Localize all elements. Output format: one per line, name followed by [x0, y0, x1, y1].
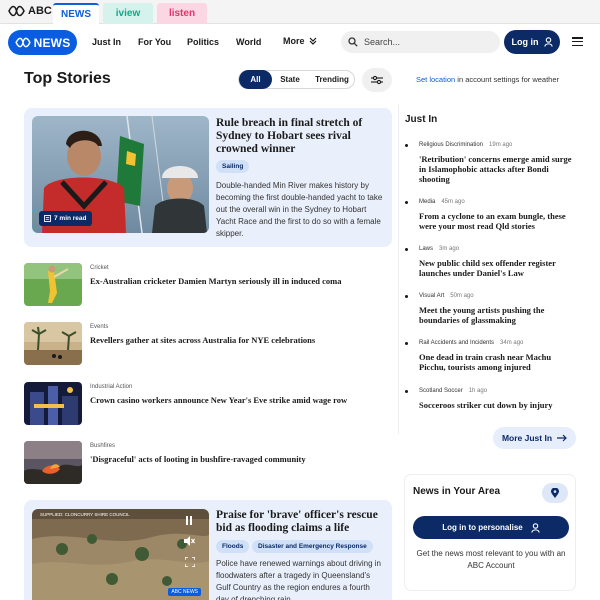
arrow-right-icon: [557, 434, 567, 442]
tag-sailing[interactable]: Sailing: [216, 160, 250, 173]
story-item[interactable]: Events Revellers gather at sites across …: [24, 322, 384, 366]
login-button[interactable]: Log in: [504, 30, 560, 54]
area-description: Get the news most relevant to you with a…: [416, 549, 566, 570]
video-caption: SUPPLIED: CLONCURRY SHIRE COUNCIL: [40, 512, 130, 517]
page-title: Top Stories: [24, 70, 111, 87]
menu-icon[interactable]: [572, 37, 583, 46]
just-in-meta: Scotland Soccer 1h ago: [419, 388, 488, 394]
just-in-meta: Religious Discrimination 19m ago: [419, 142, 513, 148]
story-thumbnail: [24, 382, 82, 425]
story-title[interactable]: Ex-Australian cricketer Damien Martyn se…: [90, 276, 380, 286]
read-time-badge: 7 min read: [39, 211, 92, 226]
platform-tab-news[interactable]: NEWS: [53, 3, 99, 24]
sliders-icon: [371, 75, 383, 85]
feature-story-description: Police have renewed warnings about drivi…: [216, 559, 381, 600]
just-in-title[interactable]: New public child sex offender register l…: [419, 258, 579, 278]
abc-news-logo[interactable]: NEWS: [8, 30, 77, 55]
platform-tab-iview[interactable]: iview: [103, 3, 153, 24]
fullscreen-icon[interactable]: [184, 556, 196, 569]
bullet: [405, 390, 408, 393]
nav-politics[interactable]: Politics: [187, 37, 219, 47]
nav-world[interactable]: World: [236, 37, 261, 47]
area-heading: News in Your Area: [413, 486, 501, 497]
just-in-heading: Just In: [405, 114, 438, 125]
bullet: [405, 248, 408, 251]
lead-story-description: Double-handed Min River makes history by…: [216, 181, 383, 238]
just-in-title[interactable]: Meet the young artists pushing the bound…: [419, 305, 579, 325]
bullet: [405, 144, 408, 147]
platform-bar: ABC NEWS iview listen: [0, 0, 600, 24]
just-in-meta: Visual Art 50m ago: [419, 293, 474, 299]
column-divider: [398, 104, 399, 434]
search-bar[interactable]: [341, 31, 500, 53]
search-input[interactable]: [364, 37, 484, 47]
filter-trending[interactable]: Trending: [310, 70, 354, 89]
just-in-title[interactable]: 'Retribution' concerns emerge amid surge…: [419, 154, 579, 184]
user-icon: [543, 37, 553, 47]
article-icon: [44, 215, 51, 222]
bullet: [405, 201, 408, 204]
just-in-meta: Rail Accidents and Incidents 34m ago: [419, 340, 524, 346]
just-in-meta: Media 45m ago: [419, 199, 465, 205]
platform-tab-listen[interactable]: listen: [157, 3, 207, 24]
feed-settings-button[interactable]: [362, 68, 392, 92]
more-just-in-button[interactable]: More Just In: [493, 427, 576, 449]
mute-icon[interactable]: [184, 536, 195, 548]
weather-note: Set location in account settings for wea…: [416, 75, 560, 84]
set-location-link[interactable]: Set location: [416, 75, 455, 84]
story-title[interactable]: Revellers gather at sites across Austral…: [90, 335, 380, 345]
bullet: [405, 342, 408, 345]
just-in-title[interactable]: Socceroos striker cut down by injury: [419, 400, 579, 410]
tag-floods[interactable]: Floods: [216, 540, 250, 553]
story-category: Industrial Action: [90, 384, 133, 390]
feature-story-title[interactable]: Praise for 'brave' officer's rescue bid …: [216, 509, 384, 535]
bullet: [405, 295, 408, 298]
feature-video[interactable]: SUPPLIED: CLONCURRY SHIRE COUNCIL ABC NE…: [32, 509, 209, 600]
story-thumbnail: [24, 322, 82, 365]
location-pin-icon: [551, 488, 559, 498]
tag-disaster-emergency[interactable]: Disaster and Emergency Response: [252, 540, 373, 553]
location-button[interactable]: [542, 483, 568, 503]
abc-lissajous-icon: [14, 37, 31, 48]
abc-lissajous-icon: [8, 5, 25, 17]
user-icon: [530, 522, 540, 533]
search-icon: [348, 37, 358, 47]
story-item[interactable]: Cricket Ex-Australian cricketer Damien M…: [24, 263, 384, 307]
story-thumbnail: [24, 441, 82, 484]
story-item[interactable]: Bushfires 'Disgraceful' acts of looting …: [24, 441, 384, 485]
pause-icon[interactable]: [185, 516, 193, 527]
filter-state[interactable]: State: [275, 70, 305, 89]
just-in-title[interactable]: From a cyclone to an exam bungle, these …: [419, 211, 579, 231]
story-title[interactable]: 'Disgraceful' acts of looting in bushfir…: [90, 454, 380, 464]
nav-just-in[interactable]: Just In: [92, 37, 121, 47]
story-category: Bushfires: [90, 443, 116, 449]
story-thumbnail: [24, 263, 82, 306]
story-category: Events: [90, 324, 109, 330]
abc-news-watermark: ABC NEWS: [168, 588, 201, 596]
story-category: Cricket: [90, 265, 109, 271]
just-in-title[interactable]: One dead in train crash near Machu Picch…: [419, 352, 579, 372]
story-item[interactable]: Industrial Action Crown casino workers a…: [24, 382, 384, 426]
nav-for-you[interactable]: For You: [138, 37, 171, 47]
double-chevron-down-icon: [309, 37, 316, 45]
lead-story-title[interactable]: Rule breach in final stretch of Sydney t…: [216, 117, 381, 156]
story-title[interactable]: Crown casino workers announce New Year's…: [90, 395, 380, 405]
abc-logo[interactable]: ABC: [8, 5, 52, 17]
filter-all[interactable]: All: [239, 70, 272, 89]
main-nav: NEWS Just In For You Politics World More…: [0, 24, 600, 60]
nav-more[interactable]: More: [283, 36, 317, 46]
just-in-meta: Laws 3m ago: [419, 246, 460, 252]
login-to-personalise-button[interactable]: Log in to personalise: [413, 516, 569, 539]
